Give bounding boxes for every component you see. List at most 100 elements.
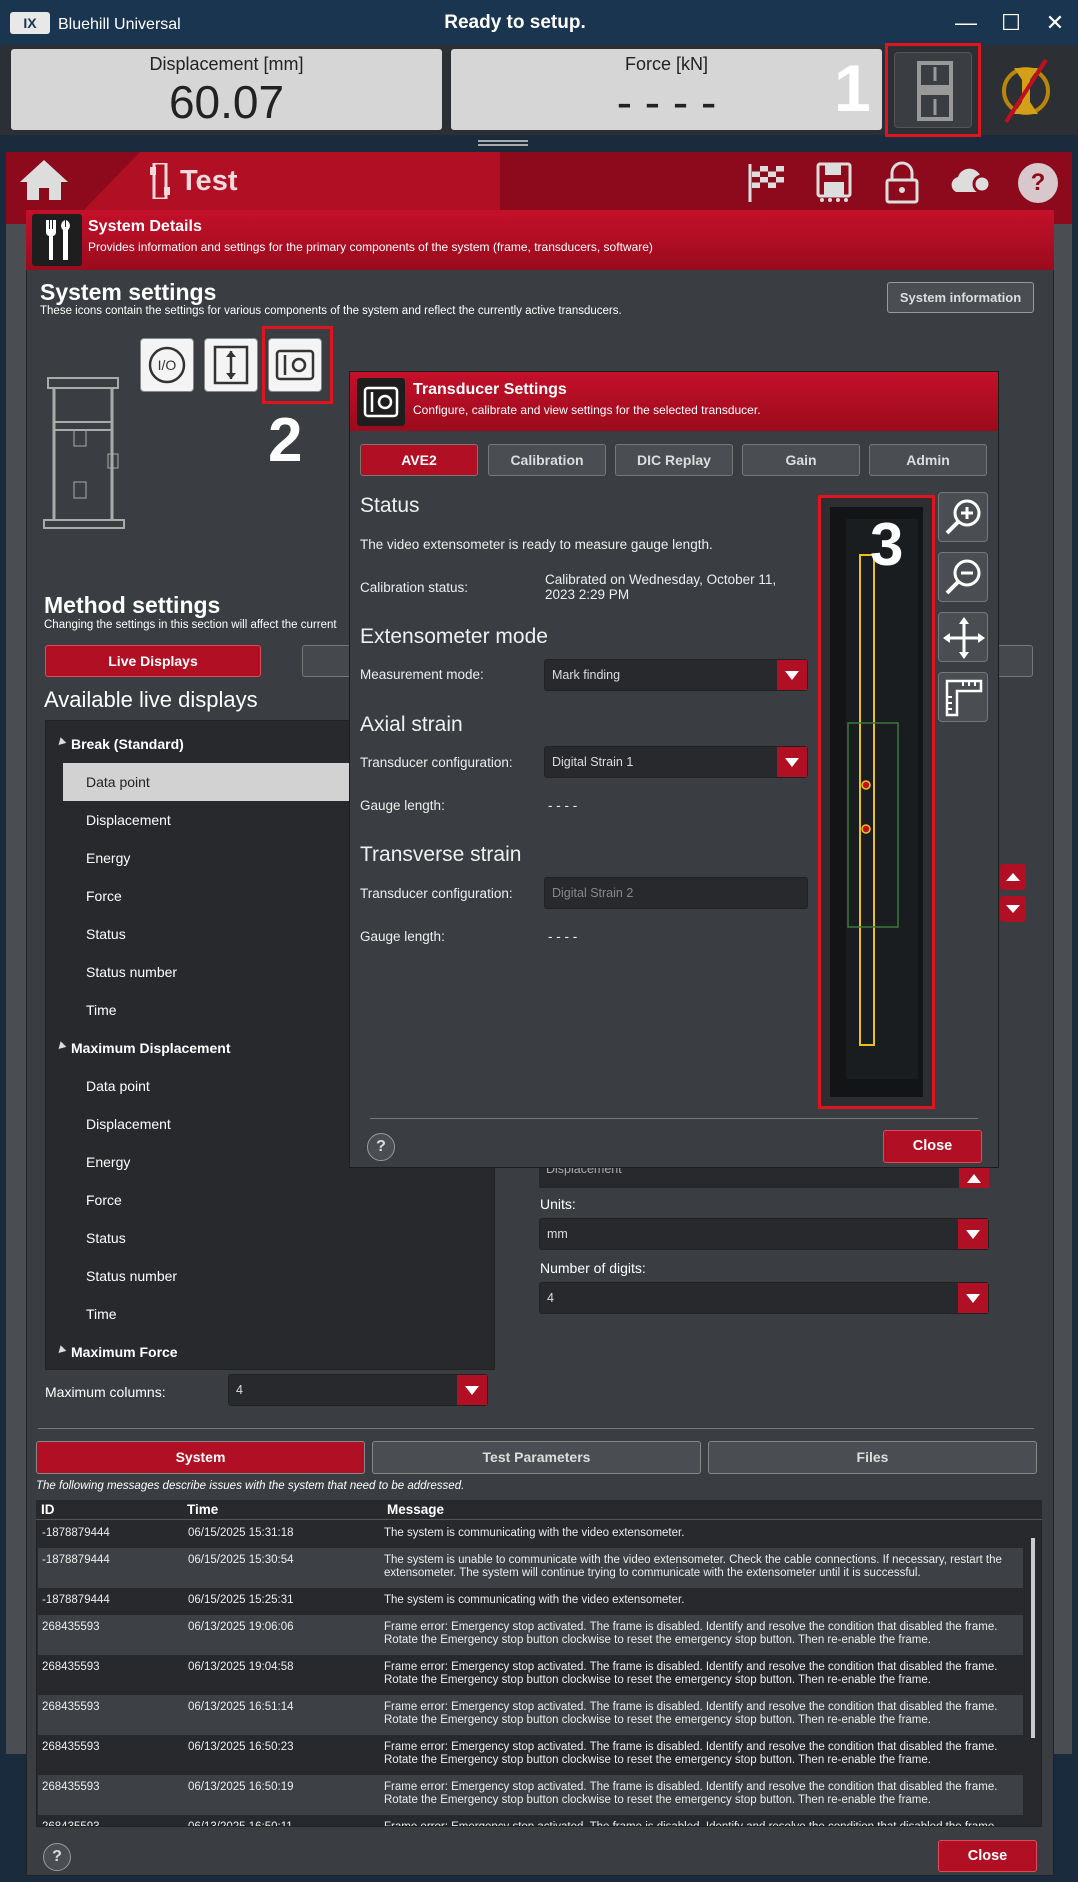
tree-label: Status bbox=[86, 926, 126, 942]
chevron-down-icon bbox=[958, 1283, 988, 1313]
tree-item[interactable]: Status bbox=[46, 1219, 494, 1257]
tree-group[interactable]: Maximum Force bbox=[46, 1333, 494, 1369]
help-button[interactable]: ? bbox=[43, 1843, 71, 1871]
zoom-out-icon bbox=[945, 559, 981, 595]
jog-disabled-icon[interactable] bbox=[994, 50, 1058, 132]
tree-label: Data point bbox=[86, 1078, 150, 1094]
cell-time: 06/13/2025 16:50:23 bbox=[188, 1741, 294, 1753]
method-tab-3[interactable] bbox=[997, 645, 1033, 677]
cell-time: 06/15/2025 15:30:54 bbox=[188, 1554, 294, 1566]
finish-flag-icon[interactable] bbox=[744, 160, 788, 204]
cell-id: -1878879444 bbox=[42, 1527, 110, 1539]
expand-triangle-icon[interactable] bbox=[55, 1041, 67, 1052]
tree-label: Displacement bbox=[86, 812, 171, 828]
table-row[interactable]: -1878879444 06/15/2025 15:25:31 The system… bbox=[38, 1588, 1023, 1615]
move-down-button[interactable] bbox=[1000, 896, 1026, 922]
system-details-title: System Details bbox=[88, 218, 202, 235]
tree-item[interactable]: Status number bbox=[46, 1257, 494, 1295]
callout-1: 1 bbox=[834, 51, 871, 125]
transducer-close-button[interactable]: Close bbox=[883, 1130, 982, 1163]
ruler-button[interactable] bbox=[938, 672, 988, 722]
tab-gain[interactable]: Gain bbox=[742, 444, 860, 476]
tab-admin[interactable]: Admin bbox=[869, 444, 987, 476]
lock-icon[interactable] bbox=[880, 160, 924, 204]
cell-message: Frame error: Emergency stop activated. T… bbox=[384, 1741, 998, 1766]
pan-button[interactable] bbox=[938, 612, 988, 662]
table-row[interactable]: 268435593 06/13/2025 16:50:11 Frame error:… bbox=[38, 1815, 1023, 1826]
test-frame-illustration bbox=[40, 372, 130, 532]
table-row[interactable]: -1878879444 06/15/2025 15:30:54 The system… bbox=[38, 1548, 1023, 1588]
digits-dropdown[interactable]: 4 bbox=[539, 1282, 989, 1314]
table-row[interactable]: 268435593 06/13/2025 16:51:14 Frame error:… bbox=[38, 1695, 1023, 1735]
frame-button[interactable] bbox=[885, 43, 981, 137]
expand-triangle-icon[interactable] bbox=[55, 1345, 67, 1356]
cell-id: 268435593 bbox=[42, 1661, 100, 1673]
tree-item[interactable]: Time bbox=[46, 1295, 494, 1333]
maximize-button[interactable]: ☐ bbox=[993, 8, 1029, 38]
tab-files[interactable]: Files bbox=[708, 1441, 1037, 1474]
tree-label: Time bbox=[86, 1306, 117, 1322]
chevron-down-icon bbox=[958, 1219, 988, 1249]
video-preview[interactable] bbox=[830, 507, 923, 1097]
io-button[interactable]: I/O bbox=[140, 338, 194, 392]
tab-dic-replay[interactable]: DIC Replay bbox=[615, 444, 733, 476]
help-icon[interactable]: ? bbox=[1018, 163, 1058, 203]
callout-3: 3 bbox=[870, 511, 904, 578]
resize-grip[interactable] bbox=[478, 140, 528, 146]
zoom-in-button[interactable] bbox=[938, 492, 988, 542]
expand-triangle-icon[interactable] bbox=[55, 737, 67, 748]
status-text: The video extensometer is ready to measu… bbox=[360, 537, 713, 552]
zoom-in-icon bbox=[945, 499, 981, 535]
close-window-button[interactable]: ✕ bbox=[1037, 8, 1073, 38]
transverse-gauge-label: Gauge length: bbox=[360, 929, 445, 944]
axial-config-dropdown[interactable]: Digital Strain 1 bbox=[544, 746, 808, 778]
specimen-icon bbox=[146, 161, 174, 201]
cloud-icon[interactable] bbox=[948, 160, 992, 204]
messages-table[interactable]: -1878879444 06/15/2025 15:31:18 The system… bbox=[36, 1500, 1042, 1827]
measurement-mode-dropdown[interactable]: Mark finding bbox=[544, 659, 808, 691]
messages-scrollbar[interactable] bbox=[1028, 1522, 1040, 1822]
cell-time: 06/15/2025 15:25:31 bbox=[188, 1594, 294, 1606]
cell-message: Frame error: Emergency stop activated. T… bbox=[384, 1781, 998, 1806]
tab-ave2[interactable]: AVE2 bbox=[360, 444, 478, 476]
tab-calibration[interactable]: Calibration bbox=[488, 444, 606, 476]
tree-label: Time bbox=[86, 1002, 117, 1018]
tab-test-parameters[interactable]: Test Parameters bbox=[372, 1441, 701, 1474]
units-label: Units: bbox=[540, 1196, 576, 1212]
cell-message: The system is unable to communicate with… bbox=[384, 1554, 1002, 1579]
measurement-mode-value: Mark finding bbox=[552, 668, 621, 682]
cell-id: 268435593 bbox=[42, 1741, 100, 1753]
table-row[interactable]: 268435593 06/13/2025 16:50:19 Frame error:… bbox=[38, 1775, 1023, 1815]
tree-label: Status number bbox=[86, 1268, 178, 1284]
status-title: Ready to setup. bbox=[444, 12, 586, 33]
save-icon[interactable] bbox=[812, 160, 856, 204]
transducer-help-button[interactable]: ? bbox=[367, 1133, 395, 1161]
tab-test[interactable] bbox=[80, 152, 500, 214]
minimize-button[interactable]: — bbox=[948, 8, 984, 38]
close-button[interactable]: Close bbox=[938, 1840, 1037, 1872]
displacement-label: Displacement [mm] bbox=[149, 54, 304, 74]
table-row[interactable]: 268435593 06/13/2025 19:04:58 Frame error:… bbox=[38, 1655, 1023, 1695]
units-dropdown[interactable]: mm bbox=[539, 1218, 989, 1250]
live-displays-button[interactable]: Live Displays bbox=[45, 645, 261, 677]
tree-item[interactable]: Force bbox=[46, 1181, 494, 1219]
table-row[interactable]: 268435593 06/13/2025 16:50:23 Frame error:… bbox=[38, 1735, 1023, 1775]
table-row[interactable]: -1878879444 06/15/2025 15:31:18 The system… bbox=[38, 1521, 1023, 1548]
transducer-divider bbox=[370, 1118, 978, 1119]
system-information-button[interactable]: System information bbox=[887, 282, 1034, 313]
axial-config-label: Transducer configuration: bbox=[360, 755, 513, 770]
force-readout[interactable]: Force [kN] - - - - bbox=[451, 49, 882, 130]
extensometer-icon bbox=[357, 378, 405, 426]
max-columns-dropdown[interactable]: 4 bbox=[228, 1374, 488, 1406]
callout-2-box bbox=[262, 326, 333, 404]
transverse-config-value: Digital Strain 2 bbox=[552, 886, 634, 900]
scrollbar-thumb[interactable] bbox=[1031, 1538, 1035, 1738]
frame-settings-button[interactable] bbox=[204, 338, 258, 392]
zoom-out-button[interactable] bbox=[938, 552, 988, 602]
tab-system[interactable]: System bbox=[36, 1441, 365, 1474]
table-row[interactable]: 268435593 06/13/2025 19:06:06 Frame error:… bbox=[38, 1615, 1023, 1655]
move-up-button[interactable] bbox=[1000, 864, 1026, 890]
force-value: - - - - bbox=[616, 76, 717, 128]
displacement-readout[interactable]: Displacement [mm] 60.07 bbox=[11, 49, 442, 130]
home-icon[interactable] bbox=[18, 158, 70, 202]
